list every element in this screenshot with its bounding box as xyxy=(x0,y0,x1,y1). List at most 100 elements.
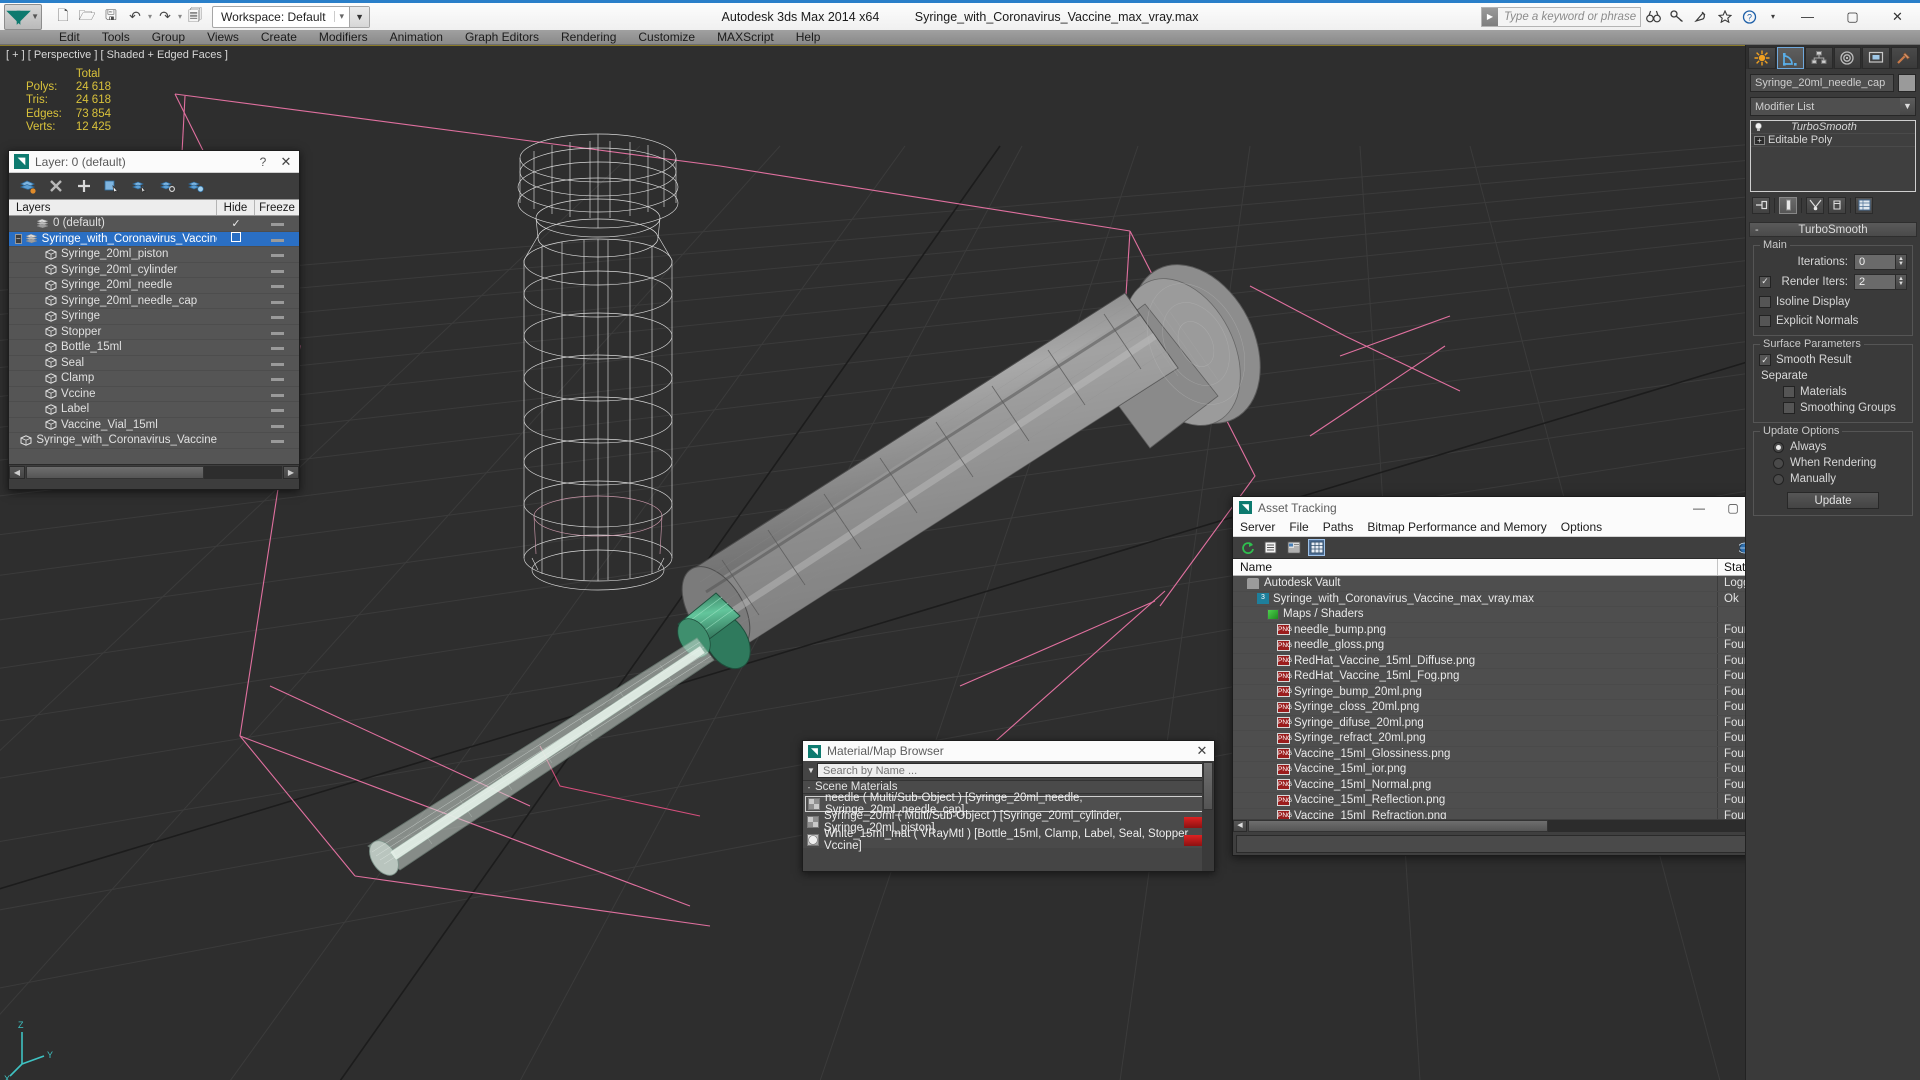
layer-row[interactable]: Bottle_15ml xyxy=(9,340,299,356)
pin-stack-icon[interactable] xyxy=(1752,196,1770,214)
redo-dropdown-icon[interactable]: ▾ xyxy=(178,12,182,21)
minimize-button[interactable]: — xyxy=(1785,2,1830,31)
menu-item-graph-editors[interactable]: Graph Editors xyxy=(454,30,550,45)
asset-menu-paths[interactable]: Paths xyxy=(1316,518,1361,536)
layer-list[interactable]: 0 (default) ✓ − Syringe_with_Coronavirus_Va… xyxy=(9,216,299,464)
render-iters-checkbox[interactable]: ✓ xyxy=(1759,275,1771,288)
asset-tracking-minimize-button[interactable]: — xyxy=(1682,501,1716,515)
remove-modifier-icon[interactable] xyxy=(1828,196,1846,214)
workspace-arrow-icon[interactable]: ▾ xyxy=(333,11,350,22)
lightbulb-icon[interactable] xyxy=(1754,122,1767,132)
layer-row[interactable]: Syringe_20ml_cylinder xyxy=(9,263,299,278)
asset-row[interactable]: PNG needle_bump.png Found xyxy=(1233,622,1784,638)
star-icon[interactable] xyxy=(1714,4,1736,30)
asset-row[interactable]: Autodesk VaultLogged O xyxy=(1233,576,1784,592)
asset-row[interactable]: PNG Vaccine_15ml_Reflection.png Found xyxy=(1233,793,1784,809)
smoothing-groups-row[interactable]: Smoothing Groups xyxy=(1759,400,1907,416)
modifier-list-dropdown[interactable]: Modifier List ▼ xyxy=(1750,97,1916,116)
layer-hide-toggle[interactable] xyxy=(217,232,255,245)
iterations-spinner[interactable]: ▲ ▼ xyxy=(1896,253,1907,270)
layer-dialog-close-icon[interactable]: ✕ xyxy=(273,154,299,170)
layer-freeze-toggle[interactable] xyxy=(255,372,299,384)
smoothing-groups-checkbox[interactable] xyxy=(1783,402,1795,414)
asset-row[interactable]: PNG Vaccine_15ml_Refraction.png Found xyxy=(1233,808,1784,819)
menu-item-help[interactable]: Help xyxy=(785,30,832,45)
iterations-value[interactable]: 0 xyxy=(1854,253,1896,270)
turbosmooth-rollout[interactable]: - TurboSmooth Main Iterations: 0 ▲ ▼ ✓ Re… xyxy=(1749,222,1917,516)
smooth-result-checkbox[interactable]: ✓ xyxy=(1759,354,1771,366)
layer-dialog-titlebar[interactable]: ◥ Layer: 0 (default) ? ✕ xyxy=(9,151,299,173)
object-color-swatch[interactable] xyxy=(1898,74,1916,92)
configure-modifier-sets-icon[interactable] xyxy=(1855,196,1873,214)
modify-tab[interactable] xyxy=(1776,47,1804,69)
expand-icon[interactable]: + xyxy=(1754,135,1765,145)
menu-item-customize[interactable]: Customize xyxy=(627,30,706,45)
asset-horizontal-scrollbar[interactable]: ◀ ▶ xyxy=(1233,819,1784,833)
asset-menu-server[interactable]: Server xyxy=(1233,518,1282,536)
update-option-always[interactable]: Always xyxy=(1759,439,1907,455)
asset-row[interactable]: PNG Syringe_bump_20ml.png Found xyxy=(1233,684,1784,700)
list-view-icon[interactable] xyxy=(1262,539,1279,556)
render-iters-spinner[interactable]: ▲ ▼ xyxy=(1896,273,1907,290)
layer-freeze-toggle[interactable] xyxy=(255,341,299,353)
asset-row[interactable]: PNG Syringe_refract_20ml.png Found xyxy=(1233,731,1784,747)
layer-freeze-toggle[interactable] xyxy=(255,419,299,431)
undo-dropdown-icon[interactable]: ▾ xyxy=(148,12,152,21)
motion-tab[interactable] xyxy=(1833,47,1861,69)
logo-dropdown-arrow[interactable]: ▼ xyxy=(31,12,39,21)
layer-scroll-track[interactable] xyxy=(26,465,282,479)
layer-freeze-toggle[interactable] xyxy=(255,357,299,369)
layer-row[interactable]: Syringe_20ml_needle xyxy=(9,278,299,294)
modifier-stack-item-editable-poly[interactable]: + Editable Poly xyxy=(1751,134,1915,147)
turbosmooth-rollout-header[interactable]: - TurboSmooth xyxy=(1749,222,1917,237)
asset-scroll-track[interactable] xyxy=(1248,820,1769,832)
explicit-normals-row[interactable]: Explicit Normals xyxy=(1759,313,1907,329)
make-unique-icon[interactable] xyxy=(1806,196,1824,214)
close-button[interactable]: ✕ xyxy=(1875,2,1920,31)
maximize-button[interactable]: ▢ xyxy=(1830,2,1875,31)
material-search-expander-icon[interactable]: ▼ xyxy=(805,766,817,775)
smooth-result-row[interactable]: ✓ Smooth Result xyxy=(1759,352,1907,368)
menu-item-rendering[interactable]: Rendering xyxy=(550,30,627,45)
layer-dialog-help-icon[interactable]: ? xyxy=(253,155,273,169)
layer-freeze-toggle[interactable] xyxy=(255,403,299,415)
command-panel[interactable]: Syringe_20ml_needle_cap Modifier List ▼ … xyxy=(1745,45,1920,1080)
layer-horizontal-scrollbar[interactable]: ◀ ▶ xyxy=(9,464,299,479)
viewport-label[interactable]: [ + ] [ Perspective ] [ Shaded + Edged F… xyxy=(6,49,228,61)
layer-row[interactable]: Stopper xyxy=(9,325,299,340)
help-icon[interactable]: ? xyxy=(1738,4,1760,30)
menu-item-maxscript[interactable]: MAXScript xyxy=(706,30,785,45)
layer-row[interactable]: Seal xyxy=(9,356,299,371)
asset-tracking-window[interactable]: ◥ Asset Tracking — ▢ ✕ Server File Paths… xyxy=(1232,496,1785,856)
select-objects-in-layer-icon[interactable] xyxy=(103,178,120,195)
undo-icon[interactable]: ↶ xyxy=(124,6,146,28)
project-folder-icon[interactable]: 🗐 xyxy=(184,6,206,28)
menu-item-edit[interactable]: Edit xyxy=(48,30,91,45)
layer-explorer-dialog[interactable]: ◥ Layer: 0 (default) ? ✕ Layers Hide Fre… xyxy=(8,150,300,490)
layer-freeze-toggle[interactable] xyxy=(255,233,299,245)
layer-scroll-right-icon[interactable]: ▶ xyxy=(283,465,299,479)
layer-row[interactable]: Vccine xyxy=(9,387,299,402)
utilities-tab[interactable] xyxy=(1890,47,1918,69)
rollout-collapse-icon[interactable]: - xyxy=(1755,224,1759,236)
asset-row[interactable]: PNG Vaccine_15ml_Glossiness.png Found xyxy=(1233,746,1784,762)
search-input[interactable]: ▶ Type a keyword or phrase xyxy=(1481,6,1641,27)
menu-item-animation[interactable]: Animation xyxy=(379,30,454,45)
when-rendering-radio[interactable] xyxy=(1773,457,1784,469)
create-tab[interactable] xyxy=(1748,47,1776,69)
app-logo-icon[interactable]: ◥◤ ▼ xyxy=(4,3,42,30)
asset-row[interactable]: PNG Vaccine_15ml_ior.png Found xyxy=(1233,762,1784,778)
update-option-manually[interactable]: Manually xyxy=(1759,471,1907,487)
refresh-icon[interactable] xyxy=(1239,539,1256,556)
layer-row[interactable]: Syringe_20ml_piston xyxy=(9,247,299,263)
material-row[interactable]: White_15ml_mat ( VRayMtl ) [Bottle_15ml,… xyxy=(805,828,1212,852)
layer-freeze-toggle[interactable] xyxy=(255,434,299,446)
asset-row[interactable]: PNG Syringe_difuse_20ml.png Found xyxy=(1233,715,1784,731)
layer-hide-toggle[interactable]: ✓ xyxy=(217,217,255,230)
materials-checkbox[interactable] xyxy=(1783,386,1795,398)
save-file-icon[interactable]: 🖫 xyxy=(100,6,122,28)
asset-scroll-left-icon[interactable]: ◀ xyxy=(1233,820,1247,832)
layer-scroll-thumb[interactable] xyxy=(26,465,204,479)
layer-scroll-left-icon[interactable]: ◀ xyxy=(9,465,25,479)
asset-row[interactable]: PNG needle_gloss.png Found xyxy=(1233,638,1784,654)
